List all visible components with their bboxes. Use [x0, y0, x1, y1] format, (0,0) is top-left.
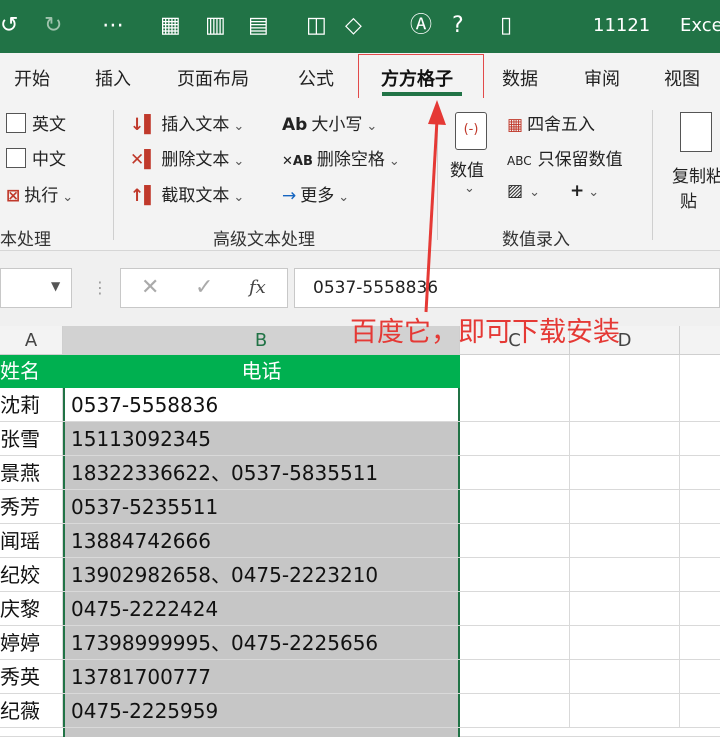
arrow-line: [424, 119, 439, 313]
annotation-text: 百度它，即可下载安装: [350, 317, 620, 348]
arrow-head: [428, 100, 446, 125]
annotation-arrow: [424, 100, 446, 313]
